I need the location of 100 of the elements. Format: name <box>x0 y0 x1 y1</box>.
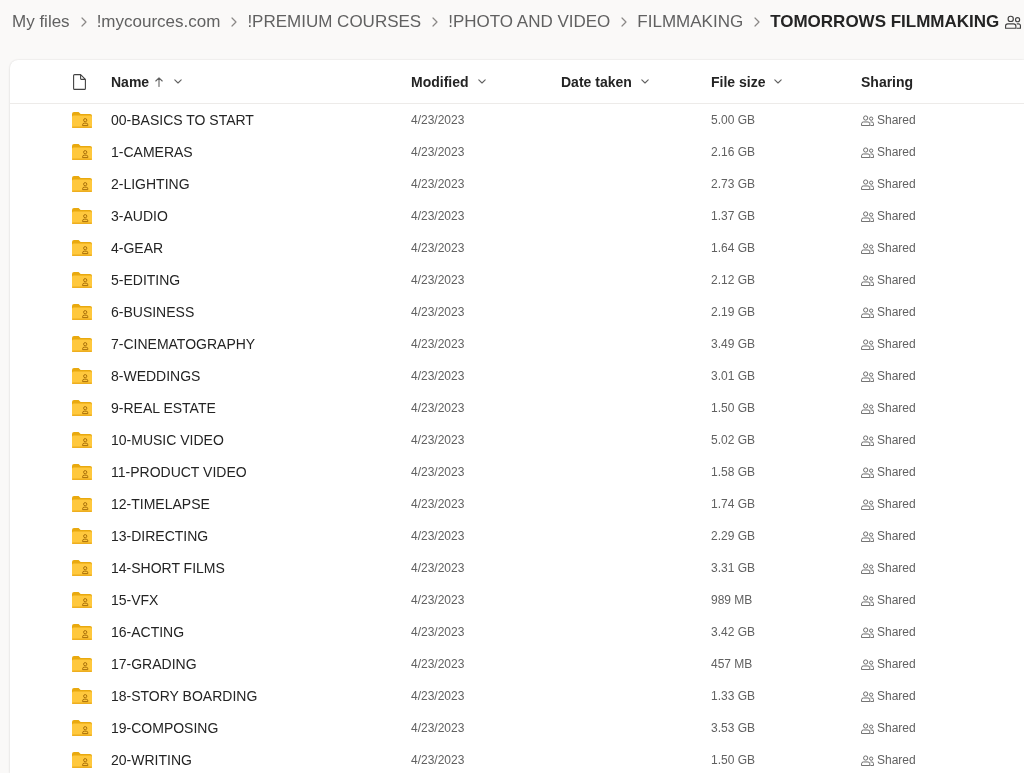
file-name[interactable]: 7-CINEMATOGRAPHY <box>111 336 256 352</box>
file-name[interactable]: 6-BUSINESS <box>111 304 195 320</box>
folder-icon <box>72 720 92 736</box>
column-header[interactable]: Sharing <box>861 73 914 90</box>
modified-date: 4/23/2023 <box>411 657 465 671</box>
breadcrumb-item[interactable]: My files <box>12 11 70 33</box>
people-icon <box>861 530 874 542</box>
file-name[interactable]: 17-GRADING <box>111 656 197 672</box>
file-name[interactable]: 14-SHORT FILMS <box>111 560 225 576</box>
sharing-status: Shared <box>877 721 916 735</box>
modified-date: 4/23/2023 <box>411 625 465 639</box>
file-name[interactable]: 12-TIMELAPSE <box>111 496 210 512</box>
file-size: 2.16 GB <box>711 145 756 159</box>
column-header[interactable]: Name <box>111 73 183 90</box>
folder-icon <box>72 336 92 352</box>
file-size: 2.19 GB <box>711 305 756 319</box>
people-icon <box>861 434 874 446</box>
sharing-status: Shared <box>877 625 916 639</box>
sharing-status: Shared <box>877 209 916 223</box>
sharing-status: Shared <box>877 593 916 607</box>
chevron-right-icon <box>621 17 628 27</box>
file-name[interactable]: 16-ACTING <box>111 624 185 640</box>
file-size: 457 MB <box>711 657 753 671</box>
modified-date: 4/23/2023 <box>411 593 465 607</box>
sharing-status: Shared <box>877 177 916 191</box>
folder-icon <box>72 752 92 768</box>
file-size: 1.33 GB <box>711 689 756 703</box>
column-header[interactable]: File size <box>711 73 783 90</box>
folder-icon <box>72 112 92 128</box>
modified-date: 4/23/2023 <box>411 113 465 127</box>
modified-date: 4/23/2023 <box>411 177 465 191</box>
modified-date: 4/23/2023 <box>411 433 465 447</box>
people-icon <box>1005 15 1022 29</box>
folder-icon <box>72 656 92 672</box>
modified-date: 4/23/2023 <box>411 721 465 735</box>
sharing-status: Shared <box>877 305 916 319</box>
modified-date: 4/23/2023 <box>411 145 465 159</box>
people-icon <box>861 274 874 286</box>
file-name[interactable]: 4-GEAR <box>111 240 164 256</box>
people-icon <box>861 466 874 478</box>
breadcrumb-item[interactable]: !PREMIUM COURSES <box>247 11 422 33</box>
file-name[interactable]: 11-PRODUCT VIDEO <box>111 464 247 480</box>
sharing-status: Shared <box>877 433 916 447</box>
sharing-status: Shared <box>877 689 916 703</box>
file-name[interactable]: 1-CAMERAS <box>111 144 193 160</box>
sharing-status: Shared <box>877 113 916 127</box>
file-name[interactable]: 9-REAL ESTATE <box>111 400 216 416</box>
sharing-status: Shared <box>877 401 916 415</box>
people-icon <box>861 594 874 606</box>
sharing-status: Shared <box>877 753 916 767</box>
file-name[interactable]: 15-VFX <box>111 592 159 608</box>
file-name[interactable]: 18-STORY BOARDING <box>111 688 258 704</box>
modified-date: 4/23/2023 <box>411 689 465 703</box>
modified-date: 4/23/2023 <box>411 209 465 223</box>
file-size: 3.53 GB <box>711 721 756 735</box>
file-name[interactable]: 20-WRITING <box>111 752 192 768</box>
folder-icon <box>72 528 92 544</box>
folder-icon <box>72 240 92 256</box>
people-icon <box>861 754 874 766</box>
folder-icon <box>72 368 92 384</box>
column-header[interactable]: Date taken <box>561 73 649 90</box>
people-icon <box>861 242 874 254</box>
people-icon <box>861 114 874 126</box>
modified-date: 4/23/2023 <box>411 401 465 415</box>
file-size: 3.42 GB <box>711 625 756 639</box>
file-name[interactable]: 19-COMPOSING <box>111 720 219 736</box>
people-icon <box>861 146 874 158</box>
breadcrumb-item[interactable]: TOMORROWS FILMMAKING <box>770 11 1000 33</box>
folder-icon <box>72 400 92 416</box>
file-size: 2.29 GB <box>711 529 756 543</box>
breadcrumb-item[interactable]: FILMMAKING <box>637 11 744 33</box>
file-size: 1.58 GB <box>711 465 756 479</box>
column-header[interactable]: Modified <box>411 73 486 90</box>
chevron-right-icon <box>754 17 761 27</box>
folder-icon <box>72 144 92 160</box>
modified-date: 4/23/2023 <box>411 529 465 543</box>
file-name[interactable]: 13-DIRECTING <box>111 528 209 544</box>
file-name[interactable]: 5-EDITING <box>111 272 181 288</box>
folder-icon <box>72 624 92 640</box>
file-size: 1.50 GB <box>711 753 756 767</box>
file-name[interactable]: 2-LIGHTING <box>111 176 190 192</box>
people-icon <box>861 562 874 574</box>
modified-date: 4/23/2023 <box>411 241 465 255</box>
people-icon <box>861 306 874 318</box>
people-icon <box>861 338 874 350</box>
modified-date: 4/23/2023 <box>411 497 465 511</box>
file-name[interactable]: 10-MUSIC VIDEO <box>111 432 224 448</box>
file-size: 3.01 GB <box>711 369 756 383</box>
folder-icon <box>72 464 92 480</box>
file-name[interactable]: 8-WEDDINGS <box>111 368 201 384</box>
sharing-status: Shared <box>877 657 916 671</box>
sharing-status: Shared <box>877 561 916 575</box>
people-icon <box>861 690 874 702</box>
sharing-status: Shared <box>877 529 916 543</box>
file-name[interactable]: 00-BASICS TO START <box>111 112 254 128</box>
file-name[interactable]: 3-AUDIO <box>111 208 168 224</box>
breadcrumb-item[interactable]: !mycources.com <box>96 11 221 33</box>
file-size: 2.73 GB <box>711 177 756 191</box>
file-size: 3.49 GB <box>711 337 756 351</box>
breadcrumb-item[interactable]: !PHOTO AND VIDEO <box>448 11 611 33</box>
